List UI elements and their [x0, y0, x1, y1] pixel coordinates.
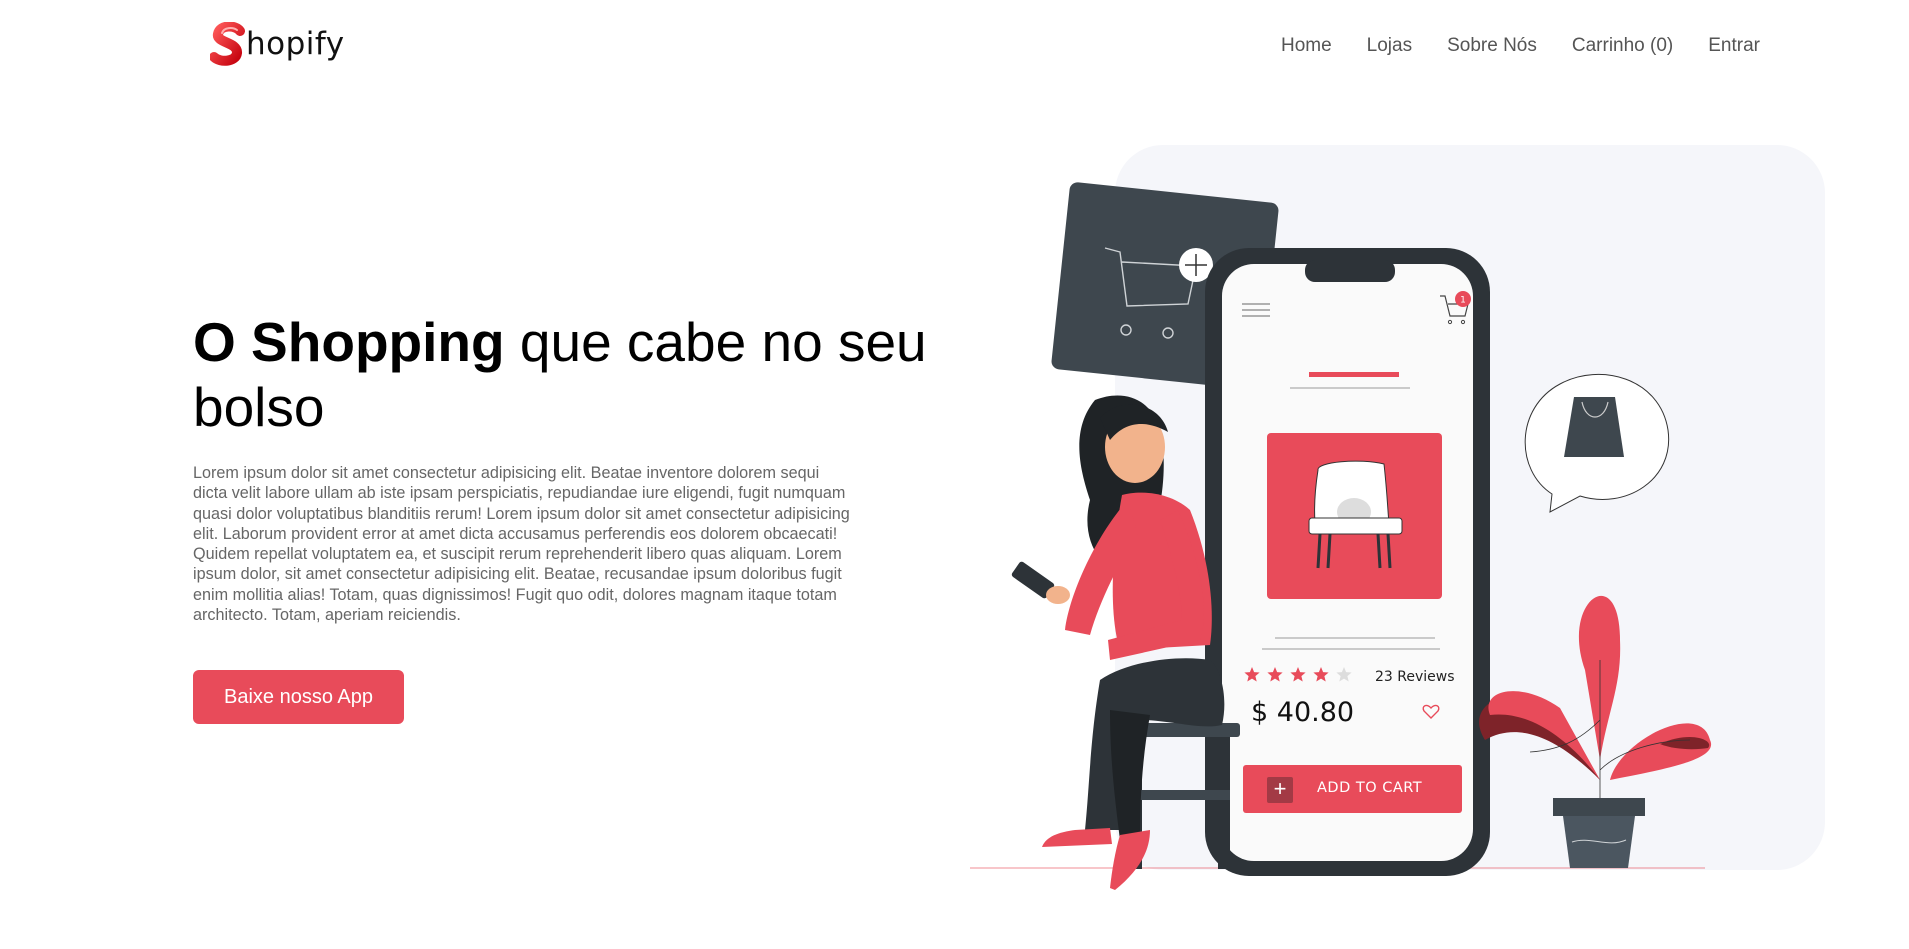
hero-title: O Shopping que cabe no seu bolso: [193, 310, 973, 440]
reviews-count: 23 Reviews: [1375, 669, 1455, 685]
hero-title-bold: O Shopping: [193, 311, 505, 373]
hero-paragraph: Lorem ipsum dolor sit amet consectetur a…: [193, 464, 850, 625]
brand-logo[interactable]: hopify: [210, 22, 345, 66]
brand-name: hopify: [246, 26, 345, 62]
nav-link-about[interactable]: Sobre Nós: [1447, 35, 1537, 57]
main-nav: Home Lojas Sobre Nós Carrinho (0) Entrar: [1281, 35, 1760, 57]
add-to-cart-button[interactable]: + ADD TO CART: [1243, 765, 1462, 813]
nav-link-login[interactable]: Entrar: [1708, 35, 1760, 57]
plus-icon: +: [1267, 777, 1293, 803]
nav-link-cart[interactable]: Carrinho (0): [1572, 35, 1673, 57]
svg-text:1: 1: [1460, 296, 1466, 306]
site-header: hopify Home Lojas Sobre Nós Carrinho (0)…: [0, 0, 1909, 92]
download-app-button[interactable]: Baixe nosso App: [193, 670, 404, 724]
product-price: $ 40.80: [1251, 697, 1355, 728]
shopify-logo-icon: [210, 22, 245, 66]
nav-link-stores[interactable]: Lojas: [1367, 35, 1412, 57]
add-to-cart-label: ADD TO CART: [1317, 780, 1423, 796]
nav-link-home[interactable]: Home: [1281, 35, 1332, 57]
